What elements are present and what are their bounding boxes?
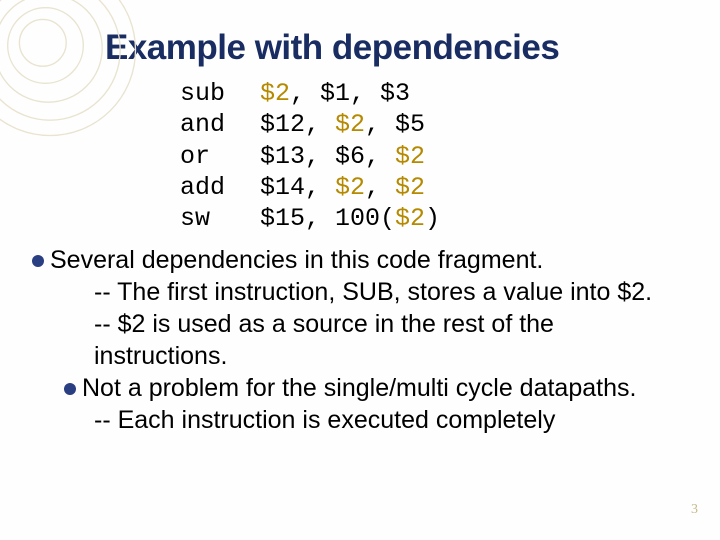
op: sub	[180, 78, 260, 109]
opcode-column: sub and or add sw	[0, 78, 260, 234]
operand-text: , $1, $3	[290, 79, 410, 108]
bullet-text: Not a problem for the single/multi cycle…	[82, 374, 636, 402]
page-number: 3	[691, 502, 698, 518]
bullet-line: Several dependencies in this code fragme…	[52, 244, 684, 276]
operand-text: $15, 100(	[260, 204, 395, 233]
dash-line: -- The first instruction, SUB, stores a …	[52, 276, 684, 308]
slide-title: Example with dependencies	[0, 0, 720, 78]
op: add	[180, 172, 260, 203]
dash-line: -- Each instruction is executed complete…	[52, 404, 684, 436]
operands: $12, $2, $5	[260, 109, 720, 140]
bullet-icon	[32, 255, 44, 267]
body-text: Several dependencies in this code fragme…	[0, 244, 720, 436]
dep-reg: $2	[395, 204, 425, 233]
code-block: sub and or add sw $2, $1, $3 $12, $2, $5…	[0, 78, 720, 244]
operand-text: $14,	[260, 173, 335, 202]
operand-text: )	[425, 204, 440, 233]
dep-reg: $2	[335, 110, 365, 139]
op: and	[180, 109, 260, 140]
operands: $13, $6, $2	[260, 141, 720, 172]
op: sw	[180, 203, 260, 234]
operands: $15, 100($2)	[260, 203, 720, 234]
dash-line: -- $2 is used as a source in the rest of…	[52, 308, 684, 372]
operand-column: $2, $1, $3 $12, $2, $5 $13, $6, $2 $14, …	[260, 78, 720, 234]
dep-reg: $2	[260, 79, 290, 108]
bullet-icon	[64, 383, 76, 395]
operand-text: $12,	[260, 110, 335, 139]
dep-reg: $2	[395, 173, 425, 202]
operand-text: $13, $6,	[260, 142, 395, 171]
bullet-line: Not a problem for the single/multi cycle…	[52, 372, 684, 404]
operands: $2, $1, $3	[260, 78, 720, 109]
bullet-text: Several dependencies in this code fragme…	[50, 246, 543, 274]
dep-reg: $2	[395, 142, 425, 171]
op: or	[180, 141, 260, 172]
operand-text: , $5	[365, 110, 425, 139]
dep-reg: $2	[335, 173, 365, 202]
operand-text: ,	[365, 173, 395, 202]
operands: $14, $2, $2	[260, 172, 720, 203]
